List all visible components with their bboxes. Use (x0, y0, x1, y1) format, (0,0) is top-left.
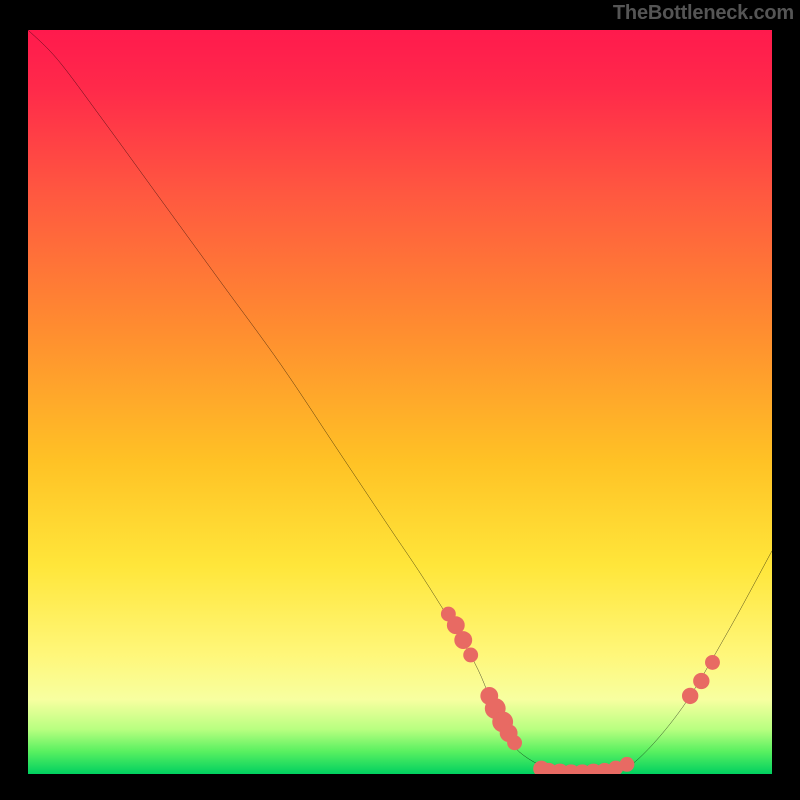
bottleneck-curve (28, 30, 772, 774)
scatter-point (705, 655, 720, 670)
source-credit: TheBottleneck.com (613, 2, 794, 25)
scatter-point (463, 648, 478, 663)
scatter-point (507, 735, 522, 750)
scatter-point (619, 757, 634, 772)
chart-svg (28, 30, 772, 774)
scatter-points (441, 607, 720, 774)
scatter-point (454, 631, 472, 649)
scatter-point (693, 673, 709, 689)
plot-area (28, 30, 772, 774)
chart-frame: TheBottleneck.com (0, 0, 800, 800)
scatter-point (682, 688, 698, 704)
